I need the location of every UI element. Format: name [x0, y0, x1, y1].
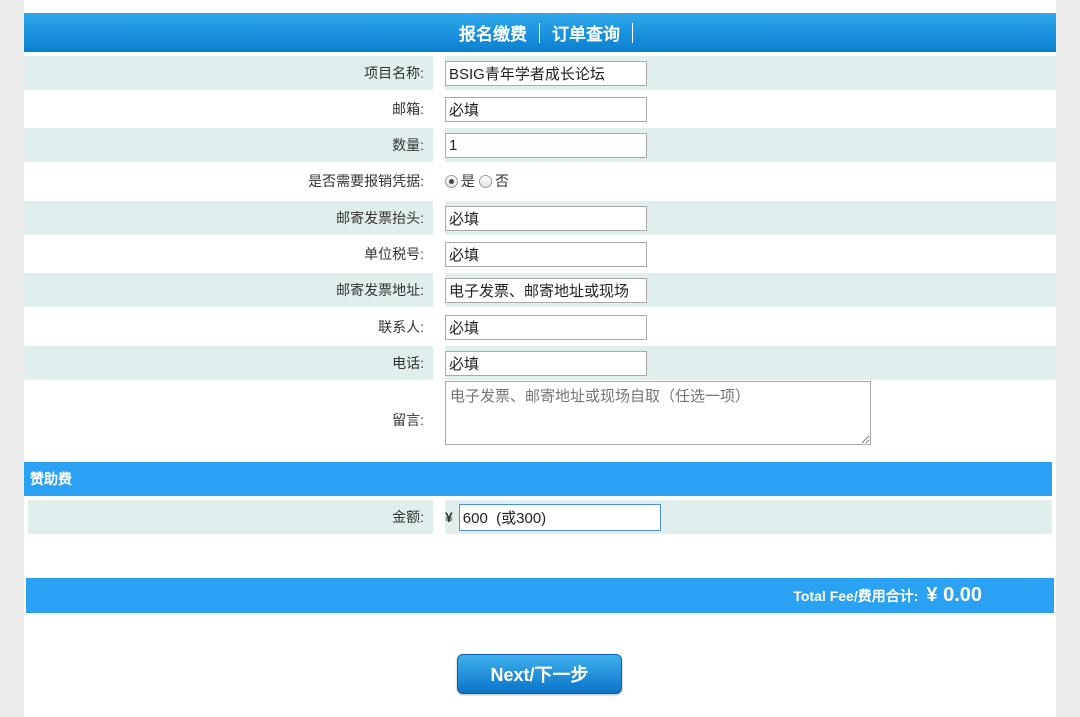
- row-phone: 电话:: [24, 346, 1056, 380]
- next-button[interactable]: Next/下一步: [457, 654, 622, 694]
- message-wrap: [445, 381, 871, 445]
- phone-input[interactable]: [445, 350, 647, 376]
- sponsor-section-header: 赞助费: [24, 462, 1052, 496]
- invoice-title-input[interactable]: [445, 205, 647, 231]
- currency-symbol: ¥: [445, 509, 453, 525]
- total-fee-value: ¥ 0.00: [926, 584, 982, 606]
- row-quantity: 数量:: [24, 128, 1056, 162]
- contact-input[interactable]: [445, 314, 647, 340]
- receipt-no-radio[interactable]: [479, 174, 492, 188]
- row-invoice-address: 邮寄发票地址:: [24, 273, 1056, 307]
- nav-separator: [632, 22, 633, 43]
- row-invoice-title: 邮寄发票抬头:: [24, 201, 1056, 235]
- email-field[interactable]: [445, 96, 647, 122]
- receipt-label: 是否需要报销凭据:: [308, 173, 424, 189]
- row-project-name: 项目名称:: [24, 56, 1056, 90]
- top-nav-bar: 报名缴费 订单查询: [24, 13, 1056, 52]
- contact-label: 联系人:: [378, 319, 424, 335]
- amount-input[interactable]: [458, 503, 661, 531]
- invoice-address-label: 邮寄发票地址:: [336, 282, 424, 298]
- invoice-address-input[interactable]: [445, 277, 647, 303]
- receipt-radio-group: 是 否: [445, 171, 513, 191]
- total-fee-label: Total Fee/费用合计:: [793, 587, 919, 604]
- amount-label: 金额:: [392, 509, 424, 525]
- registration-page: 报名缴费 订单查询 项目名称: 邮箱: 数量: 是否需要报销凭据: 是 否 邮寄…: [24, 0, 1056, 717]
- message-textarea[interactable]: [445, 381, 871, 445]
- tax-id-label: 单位税号:: [364, 246, 424, 262]
- email-label: 邮箱:: [392, 101, 424, 117]
- receipt-no-label[interactable]: 否: [495, 171, 509, 191]
- project-name-input[interactable]: [445, 60, 647, 86]
- receipt-yes-radio[interactable]: [445, 174, 458, 188]
- row-receipt: 是否需要报销凭据: 是 否: [24, 164, 1056, 198]
- receipt-yes-label[interactable]: 是: [461, 171, 475, 191]
- tax-id-input[interactable]: [445, 241, 647, 267]
- row-email: 邮箱:: [24, 92, 1056, 126]
- quantity-input[interactable]: [445, 132, 647, 158]
- project-name-label: 项目名称:: [364, 65, 424, 81]
- row-contact: 联系人:: [24, 310, 1056, 344]
- total-fee-bar: Total Fee/费用合计: ¥ 0.00: [26, 578, 1054, 613]
- tab-order-query[interactable]: 订单查询: [540, 20, 632, 45]
- phone-label: 电话:: [392, 355, 424, 371]
- invoice-title-label: 邮寄发票抬头:: [336, 210, 424, 226]
- tab-register-pay[interactable]: 报名缴费: [447, 20, 539, 45]
- row-amount: 金额: ¥: [28, 500, 1052, 534]
- message-label: 留言:: [392, 412, 424, 428]
- row-tax-id: 单位税号:: [24, 237, 1056, 271]
- quantity-label: 数量:: [392, 137, 424, 153]
